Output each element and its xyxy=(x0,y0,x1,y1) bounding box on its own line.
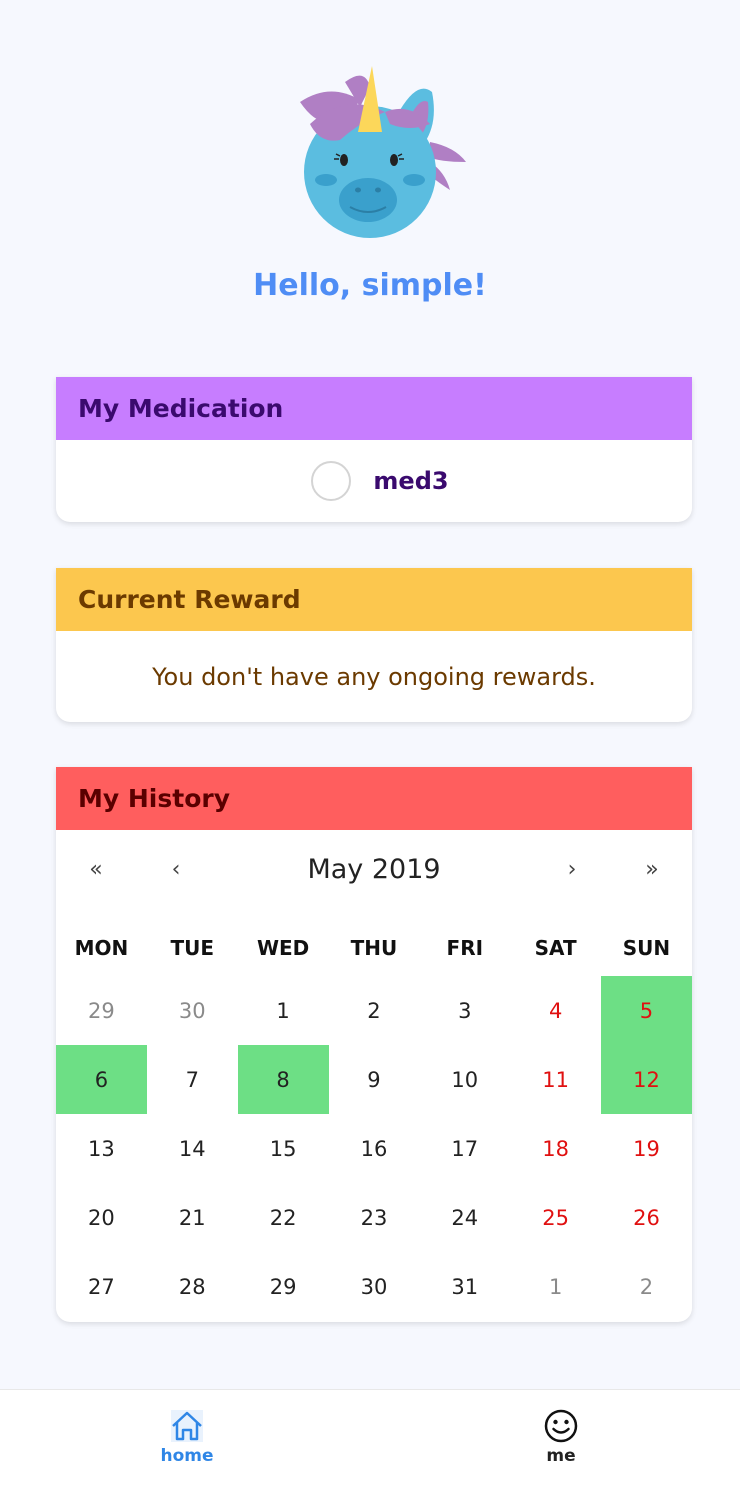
calendar-day-taken[interactable]: 6 xyxy=(56,1045,147,1115)
calendar-navigation: « ‹ May 2019 › » xyxy=(56,830,692,910)
history-card: My History « ‹ May 2019 › » MON TUE WED … xyxy=(56,767,692,1322)
bottom-tab-bar: home me xyxy=(0,1389,740,1494)
calendar-day[interactable]: 16 xyxy=(329,1114,420,1183)
calendar-day[interactable]: 11 xyxy=(510,1045,601,1114)
calendar-day[interactable]: 2 xyxy=(329,976,420,1045)
calendar-grid: 29 30 1 2 3 4 5 6 7 8 9 10 11 12 13 14 15 16 17 18 19 20 21 22 2… xyxy=(56,976,692,1322)
weekday-label: FRI xyxy=(446,936,484,960)
weekday-label: SUN xyxy=(622,936,671,960)
calendar-day[interactable]: 1 xyxy=(238,976,329,1045)
calendar-day[interactable]: 2 xyxy=(601,1253,692,1322)
calendar-day[interactable]: 22 xyxy=(238,1184,329,1253)
calendar-day-taken[interactable]: 12 xyxy=(601,1045,692,1115)
weekday-label: WED xyxy=(256,936,310,960)
prev-month-button[interactable]: ‹ xyxy=(146,830,206,910)
calendar-day[interactable]: 19 xyxy=(601,1114,692,1183)
calendar-day[interactable]: 24 xyxy=(419,1184,510,1253)
calendar-day-taken[interactable]: 8 xyxy=(237,1045,329,1115)
calendar-day[interactable]: 18 xyxy=(510,1114,601,1183)
calendar-day[interactable]: 3 xyxy=(419,976,510,1045)
calendar-day-taken[interactable]: 5 xyxy=(601,976,692,1046)
medication-name: med3 xyxy=(373,467,449,495)
calendar-month-label[interactable]: May 2019 xyxy=(307,854,440,885)
calendar-day[interactable]: 31 xyxy=(419,1253,510,1322)
calendar-day[interactable]: 20 xyxy=(56,1184,147,1253)
next-year-button[interactable]: » xyxy=(622,830,682,910)
calendar-day[interactable]: 23 xyxy=(329,1184,420,1253)
weekday-label: TUE xyxy=(170,936,215,960)
calendar-day[interactable]: 30 xyxy=(147,976,238,1045)
tab-me-label: me xyxy=(546,1446,576,1466)
medication-card-title: My Medication xyxy=(56,377,692,440)
calendar-day[interactable]: 25 xyxy=(510,1184,601,1253)
tab-home[interactable]: home xyxy=(127,1408,247,1478)
calendar-day[interactable]: 7 xyxy=(147,1045,238,1114)
weekday-label: MON xyxy=(74,936,129,960)
greeting-text: Hello, simple! xyxy=(253,268,487,303)
calendar-day[interactable]: 29 xyxy=(56,976,147,1045)
prev-year-button[interactable]: « xyxy=(66,830,126,910)
unicorn-avatar xyxy=(290,62,470,247)
calendar-day[interactable]: 10 xyxy=(419,1045,510,1114)
tab-me[interactable]: me xyxy=(501,1408,621,1478)
calendar-day[interactable]: 30 xyxy=(329,1253,420,1322)
reward-message: You don't have any ongoing rewards. xyxy=(152,662,596,691)
tab-home-label: home xyxy=(160,1446,214,1466)
medication-card: My Medication med3 xyxy=(56,377,692,522)
history-card-title: My History xyxy=(56,767,692,830)
calendar-day[interactable]: 27 xyxy=(56,1253,147,1322)
calendar-day[interactable]: 13 xyxy=(56,1114,147,1183)
reward-card-title: Current Reward xyxy=(56,568,692,631)
calendar-day[interactable]: 15 xyxy=(238,1114,329,1183)
calendar-day[interactable]: 28 xyxy=(147,1253,238,1322)
calendar-day[interactable]: 14 xyxy=(147,1114,238,1183)
weekday-label: THU xyxy=(350,936,398,960)
weekday-label: SAT xyxy=(534,936,577,960)
medication-item[interactable]: med3 xyxy=(56,440,692,522)
calendar-day[interactable]: 29 xyxy=(238,1253,329,1322)
calendar-day[interactable]: 26 xyxy=(601,1184,692,1253)
next-month-button[interactable]: › xyxy=(542,830,602,910)
calendar-day[interactable]: 9 xyxy=(329,1045,420,1114)
home-icon xyxy=(127,1408,247,1444)
calendar-day[interactable]: 21 xyxy=(147,1184,238,1253)
reward-card: Current Reward You don't have any ongoin… xyxy=(56,568,692,722)
calendar-weekdays: MON TUE WED THU FRI SAT SUN xyxy=(56,910,692,976)
calendar-day[interactable]: 17 xyxy=(419,1114,510,1183)
medication-checkbox[interactable] xyxy=(311,461,352,501)
calendar-day[interactable]: 1 xyxy=(510,1253,601,1322)
calendar-day[interactable]: 4 xyxy=(510,976,601,1045)
smiley-icon xyxy=(501,1408,621,1444)
